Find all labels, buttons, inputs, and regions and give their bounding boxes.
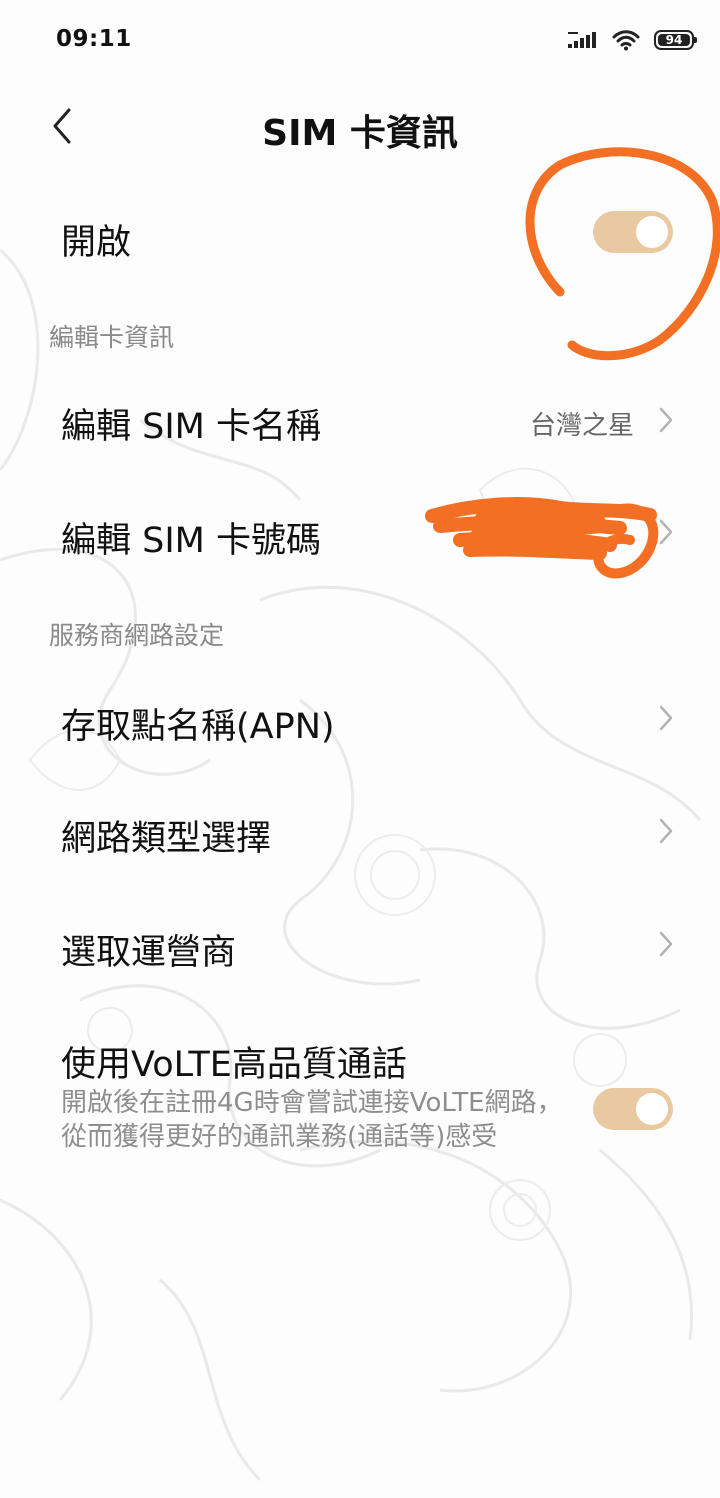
battery-icon: 94 (654, 30, 697, 50)
section-edit-card-info: 編輯卡資訊 (49, 323, 175, 352)
status-bar: 09:11 94 (0, 0, 720, 80)
chevron-right-icon (659, 519, 673, 545)
toggle-knob (636, 1093, 668, 1125)
header: SIM 卡資訊 (0, 80, 720, 176)
edit-sim-number-row[interactable]: 編輯 SIM 卡號碼 (0, 476, 720, 588)
edit-sim-name-row[interactable]: 編輯 SIM 卡名稱 台灣之星 (0, 364, 720, 474)
network-type-label: 網路類型選擇 (61, 819, 272, 859)
signal-icon (568, 32, 596, 48)
apn-row[interactable]: 存取點名稱(APN) (0, 662, 720, 774)
enable-sim-row[interactable]: 開啟 (0, 190, 720, 282)
sim-name-value: 台灣之星 (529, 411, 634, 441)
chevron-right-icon (659, 407, 673, 433)
network-type-row[interactable]: 網路類型選擇 (0, 776, 720, 888)
enable-sim-label: 開啟 (61, 223, 132, 263)
wifi-icon (612, 30, 640, 51)
enable-sim-toggle[interactable] (593, 211, 673, 253)
apn-label: 存取點名稱(APN) (61, 707, 335, 747)
battery-level: 94 (665, 33, 683, 47)
page-title: SIM 卡資訊 (262, 113, 458, 154)
status-time: 09:11 (56, 26, 132, 52)
chevron-right-icon (659, 931, 673, 957)
carrier-select-row[interactable]: 選取運營商 (0, 888, 720, 1000)
volte-description: 開啟後在註冊4G時會嘗試連接VoLTE網路，從而獲得更好的通訊業務(通話等)感受 (61, 1088, 563, 1152)
sim-info-screen: 09:11 94 SIM 卡資訊 開啟 編輯卡資訊 編輯 SIM 卡名稱 台灣之… (0, 0, 720, 1498)
chevron-right-icon (659, 705, 673, 731)
edit-sim-number-label: 編輯 SIM 卡號碼 (61, 521, 321, 561)
status-icons: 94 (568, 24, 697, 56)
edit-sim-name-label: 編輯 SIM 卡名稱 (61, 407, 321, 447)
toggle-knob (636, 216, 668, 248)
volte-label: 使用VoLTE高品質通話 (61, 1045, 407, 1085)
section-carrier-network: 服務商網路設定 (49, 621, 225, 650)
carrier-select-label: 選取運營商 (61, 933, 237, 973)
volte-toggle[interactable] (593, 1088, 673, 1130)
chevron-right-icon (659, 818, 673, 844)
